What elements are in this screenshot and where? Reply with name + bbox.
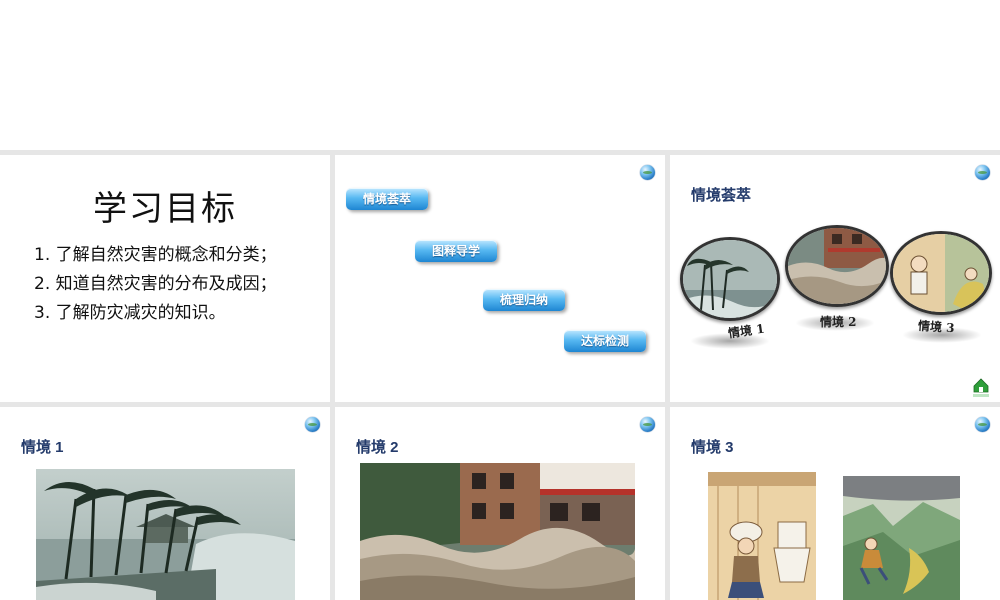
globe-icon[interactable] [975, 417, 990, 432]
nav-button-summary[interactable]: 梳理归纳 [483, 289, 565, 311]
slide-heading: 情境 2 [356, 439, 399, 456]
situation-label-2: 情境 2 [820, 315, 857, 329]
flood-photo [360, 463, 635, 600]
nav-button-situations[interactable]: 情境荟萃 [346, 188, 428, 210]
globe-icon[interactable] [975, 165, 990, 180]
nav-button-assessment[interactable]: 达标检测 [564, 330, 646, 352]
slide-heading: 情境 1 [21, 439, 64, 456]
slide-thumbnail-5[interactable]: 情境 2 [335, 407, 665, 600]
home-icon[interactable] [972, 376, 990, 398]
slide-thumbnail-6[interactable]: 情境 3 [670, 407, 1000, 600]
typhoon-photo [36, 469, 295, 600]
flood-thumbnail [788, 228, 886, 304]
situation-label-3: 情境 3 [917, 318, 955, 336]
slide-thumbnail-3[interactable]: 情境荟萃 情境 1 情境 2 情境 3 [670, 155, 1000, 402]
oval-image-flood[interactable] [785, 225, 889, 307]
nav-button-illustrated-guide[interactable]: 图释导学 [415, 240, 497, 262]
cartoon-thumbnail [893, 234, 989, 312]
goal-item: 1. 了解自然灾害的概念和分类； [34, 245, 277, 265]
goal-list: 1. 了解自然灾害的概念和分类； 2. 知道自然灾害的分布及成因； 3. 了解防… [34, 241, 277, 328]
typhoon-thumbnail [683, 240, 777, 318]
globe-icon[interactable] [305, 417, 320, 432]
slide-thumbnail-4[interactable]: 情境 1 [0, 407, 330, 600]
cartoon-bathroom [708, 472, 816, 600]
goal-item: 2. 知道自然灾害的分布及成因； [34, 274, 277, 294]
slide-heading: 情境荟萃 [691, 187, 752, 204]
cartoon-mountain [843, 476, 960, 600]
goal-item: 3. 了解防灾减灾的知识。 [34, 303, 226, 323]
slide-thumbnail-2[interactable]: 情境荟萃 图释导学 梳理归纳 达标检测 [335, 155, 665, 402]
goals-title: 学习目标 [93, 189, 237, 229]
globe-icon[interactable] [640, 417, 655, 432]
slide-heading: 情境 3 [691, 439, 734, 456]
oval-image-earthquake-cartoon[interactable] [890, 231, 992, 315]
slide-sorter-grid: 学习目标 1. 了解自然灾害的概念和分类； 2. 知道自然灾害的分布及成因； 3… [0, 150, 1000, 600]
slide-thumbnail-1[interactable]: 学习目标 1. 了解自然灾害的概念和分类； 2. 知道自然灾害的分布及成因； 3… [0, 155, 330, 402]
oval-image-typhoon[interactable] [680, 237, 780, 321]
globe-icon[interactable] [640, 165, 655, 180]
